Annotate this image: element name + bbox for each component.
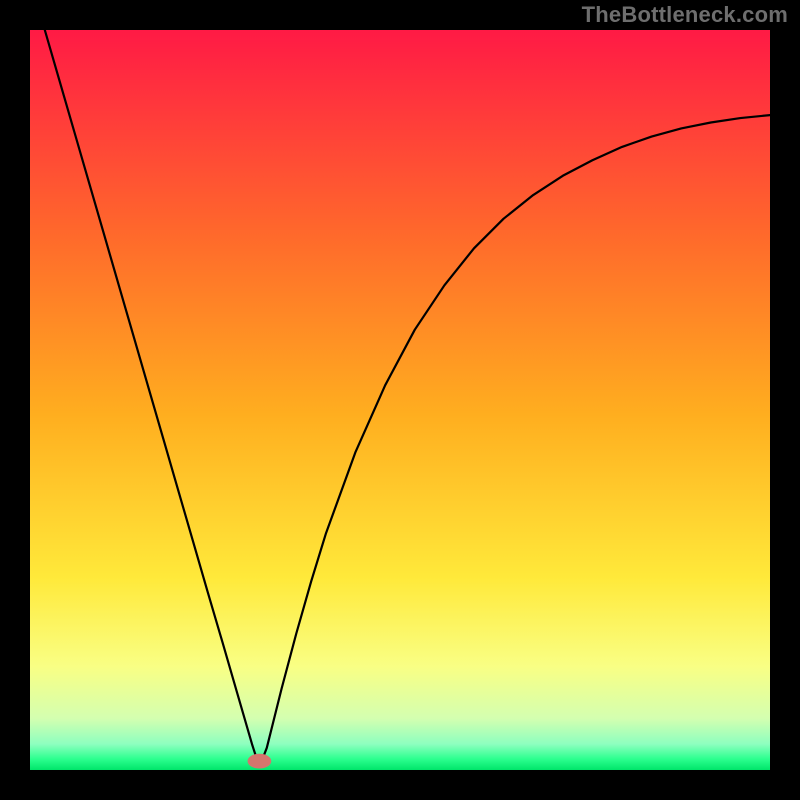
bottleneck-chart bbox=[30, 30, 770, 770]
watermark-text: TheBottleneck.com bbox=[582, 2, 788, 28]
optimum-marker bbox=[248, 754, 272, 769]
chart-frame: TheBottleneck.com bbox=[0, 0, 800, 800]
plot-background bbox=[30, 30, 770, 770]
